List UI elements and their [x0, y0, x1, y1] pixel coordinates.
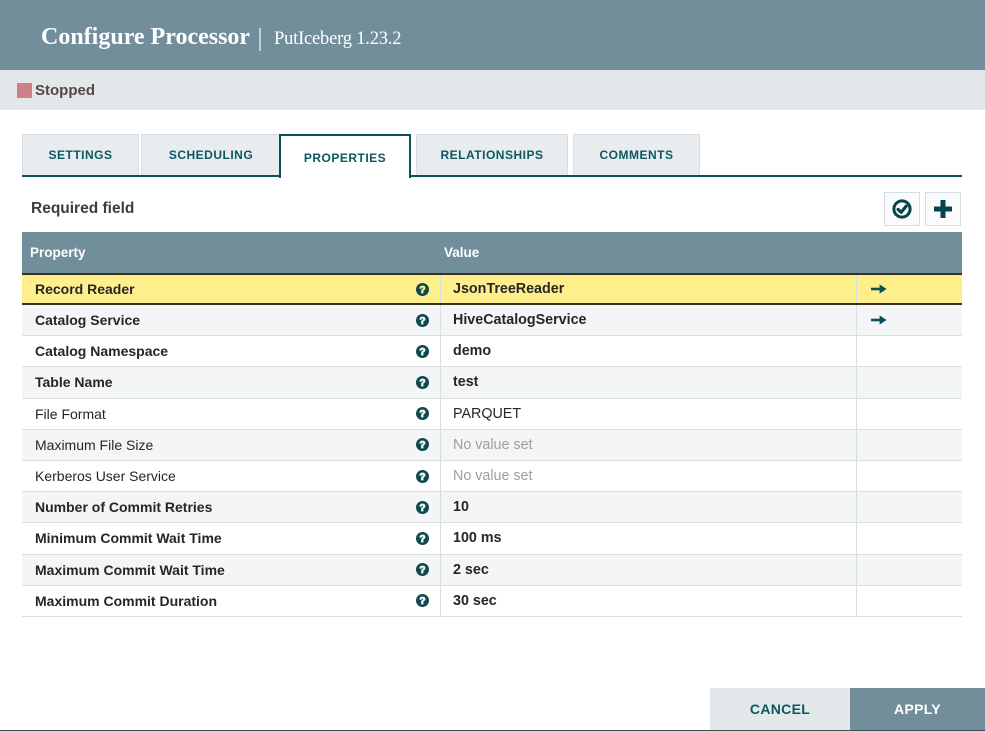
svg-text:?: ? [419, 596, 425, 607]
svg-text:?: ? [419, 285, 425, 296]
svg-text:?: ? [419, 347, 425, 358]
svg-text:?: ? [419, 378, 425, 389]
svg-text:?: ? [419, 409, 425, 420]
svg-text:?: ? [419, 316, 425, 327]
svg-text:?: ? [419, 503, 425, 514]
svg-text:?: ? [419, 534, 425, 545]
svg-text:?: ? [419, 472, 425, 483]
svg-text:?: ? [419, 565, 425, 576]
svg-text:?: ? [419, 441, 425, 452]
